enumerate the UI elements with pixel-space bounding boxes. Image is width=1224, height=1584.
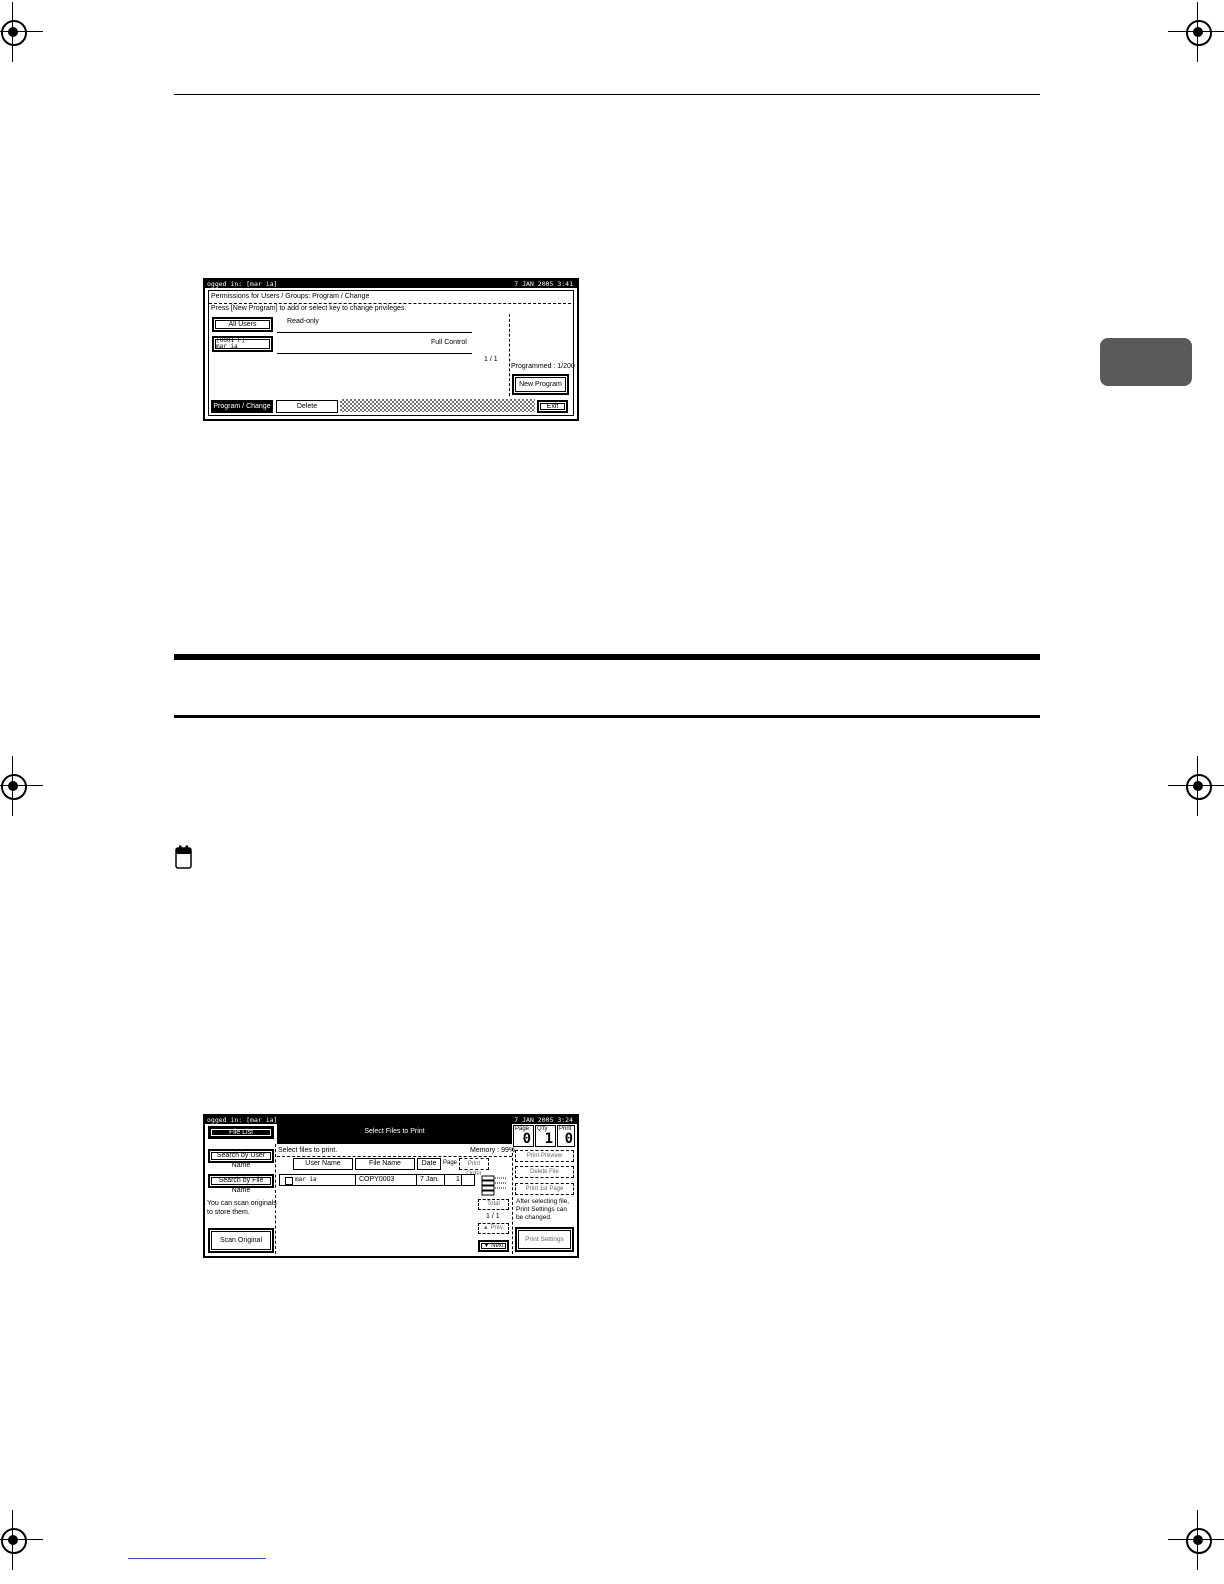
row-page: 1 [456,1176,460,1183]
document-server-screen: ogged in: [mar ia] 7 JAN 2005 3:24 Selec… [203,1114,579,1258]
all-users-button[interactable]: All Users [212,317,273,332]
list-header-divider [277,1156,512,1157]
crop-mark-mid-left-icon [0,756,43,816]
read-only-label: Read-only [287,318,319,325]
login-status: ogged in: [mar ia] [207,280,278,288]
page-indicator: 1 / 1 [484,356,498,363]
row-divider [444,1175,445,1185]
side-divider [509,314,510,396]
row-divider [355,1175,356,1185]
screen-title: Select Files to Print [364,1128,425,1135]
document-stack-icon [481,1175,506,1196]
column-print-order-button[interactable]: Print Order [459,1158,489,1177]
crop-mark-mid-right-icon [1168,756,1224,816]
full-control-divider [277,353,472,354]
exit-button[interactable]: Exit [537,400,568,413]
screen-title: Permissions for Users / Groups: Program … [211,293,370,300]
crop-mark-top-left-icon [0,2,43,62]
login-status: ogged in: [mar ia] [207,1116,278,1124]
left-divider [275,1144,276,1254]
print-first-page-button[interactable]: Print 1st Page [515,1183,574,1195]
search-by-user-name-button[interactable]: Search by User Name [208,1149,274,1169]
page-counter-value: 0 [522,1131,531,1147]
read-only-divider [277,332,472,333]
column-page-label: Page [443,1160,458,1166]
prev-button[interactable]: ▲ Prev. [478,1223,509,1234]
new-program-button[interactable]: New Program [512,374,569,395]
file-row[interactable]: mar ia COPY0003 7 Jan. 1 [279,1174,475,1186]
total-button[interactable]: Total [478,1199,509,1210]
user-entry-button[interactable]: [0001 F] mar ia [212,336,273,352]
page-counter: Page 0 [513,1125,534,1147]
section-top-rule [174,654,1040,660]
row-divider [461,1175,462,1185]
scan-hint-line-1: You can scan originals [207,1200,277,1207]
note-icon [175,845,192,869]
after-selecting-line-1: After selecting file, [516,1198,570,1205]
programmed-count: Programmed : 1/200 [511,363,575,370]
after-selecting-line-2: Print Settings can [516,1206,567,1213]
file-list-button[interactable]: File List [208,1126,274,1139]
user-entry-name: mar ia [216,343,238,350]
row-file-name: COPY0003 [359,1176,395,1183]
search-by-file-name-button[interactable]: Search by File Name [208,1174,274,1194]
section-bottom-rule [174,715,1040,718]
chapter-tab-marker [1100,338,1192,386]
row-date: 7 Jan. [420,1176,440,1183]
scan-hint-line-2: to store them. [207,1209,250,1216]
header-rule [174,94,1040,95]
crop-mark-top-right-icon [1168,2,1224,62]
title-divider [209,303,571,304]
instruction-text: Press [New Program] to add or select key… [211,305,407,312]
scan-original-button[interactable]: Scan Original [208,1228,274,1253]
footer-link-underline [128,1558,266,1559]
date-time: 7 JAN 2005 3:24 [514,1116,573,1124]
print-counter: Print 0 [557,1125,575,1147]
tab-bar-pattern [340,399,535,412]
delete-file-button[interactable]: Delete File [515,1166,574,1178]
tab-delete[interactable]: Delete [276,400,338,413]
print-settings-button[interactable]: Print Settings [515,1227,574,1252]
qty-counter-value: 1 [544,1131,553,1147]
row-divider [416,1175,417,1185]
tab-program-change[interactable]: Program / Change [211,400,273,413]
page-indicator: 1 / 1 [486,1213,500,1220]
column-file-name-button[interactable]: File Name [355,1158,415,1170]
select-prompt: Select files to print. [278,1147,338,1154]
row-user-name: mar ia [295,1176,317,1183]
column-user-name-button[interactable]: User Name [293,1158,353,1170]
memory-indicator: Memory : 99% [470,1147,516,1154]
status-bar: ogged in: [mar ia] 7 JAN 2005 3:24 [205,1116,577,1124]
column-date-button[interactable]: Date [417,1158,441,1170]
print-counter-value: 0 [564,1131,573,1147]
date-time: 7 JAN 2005 3:41 [514,280,573,288]
permissions-screen: ogged in: [mar ia] 7 JAN 2005 3:41 Permi… [203,278,579,421]
status-bar: ogged in: [mar ia] 7 JAN 2005 3:41 [205,280,577,288]
crop-mark-bottom-left-icon [0,1510,43,1570]
next-button[interactable]: ▼ Next [478,1240,509,1252]
qty-counter: Q'ty 1 [535,1125,556,1147]
crop-mark-bottom-right-icon [1168,1510,1224,1570]
after-selecting-line-3: be changed. [516,1214,552,1221]
full-control-label: Full Control [431,339,467,346]
file-type-icon [285,1177,293,1185]
right-divider [512,1148,513,1254]
print-preview-button[interactable]: Print Preview [515,1150,574,1162]
